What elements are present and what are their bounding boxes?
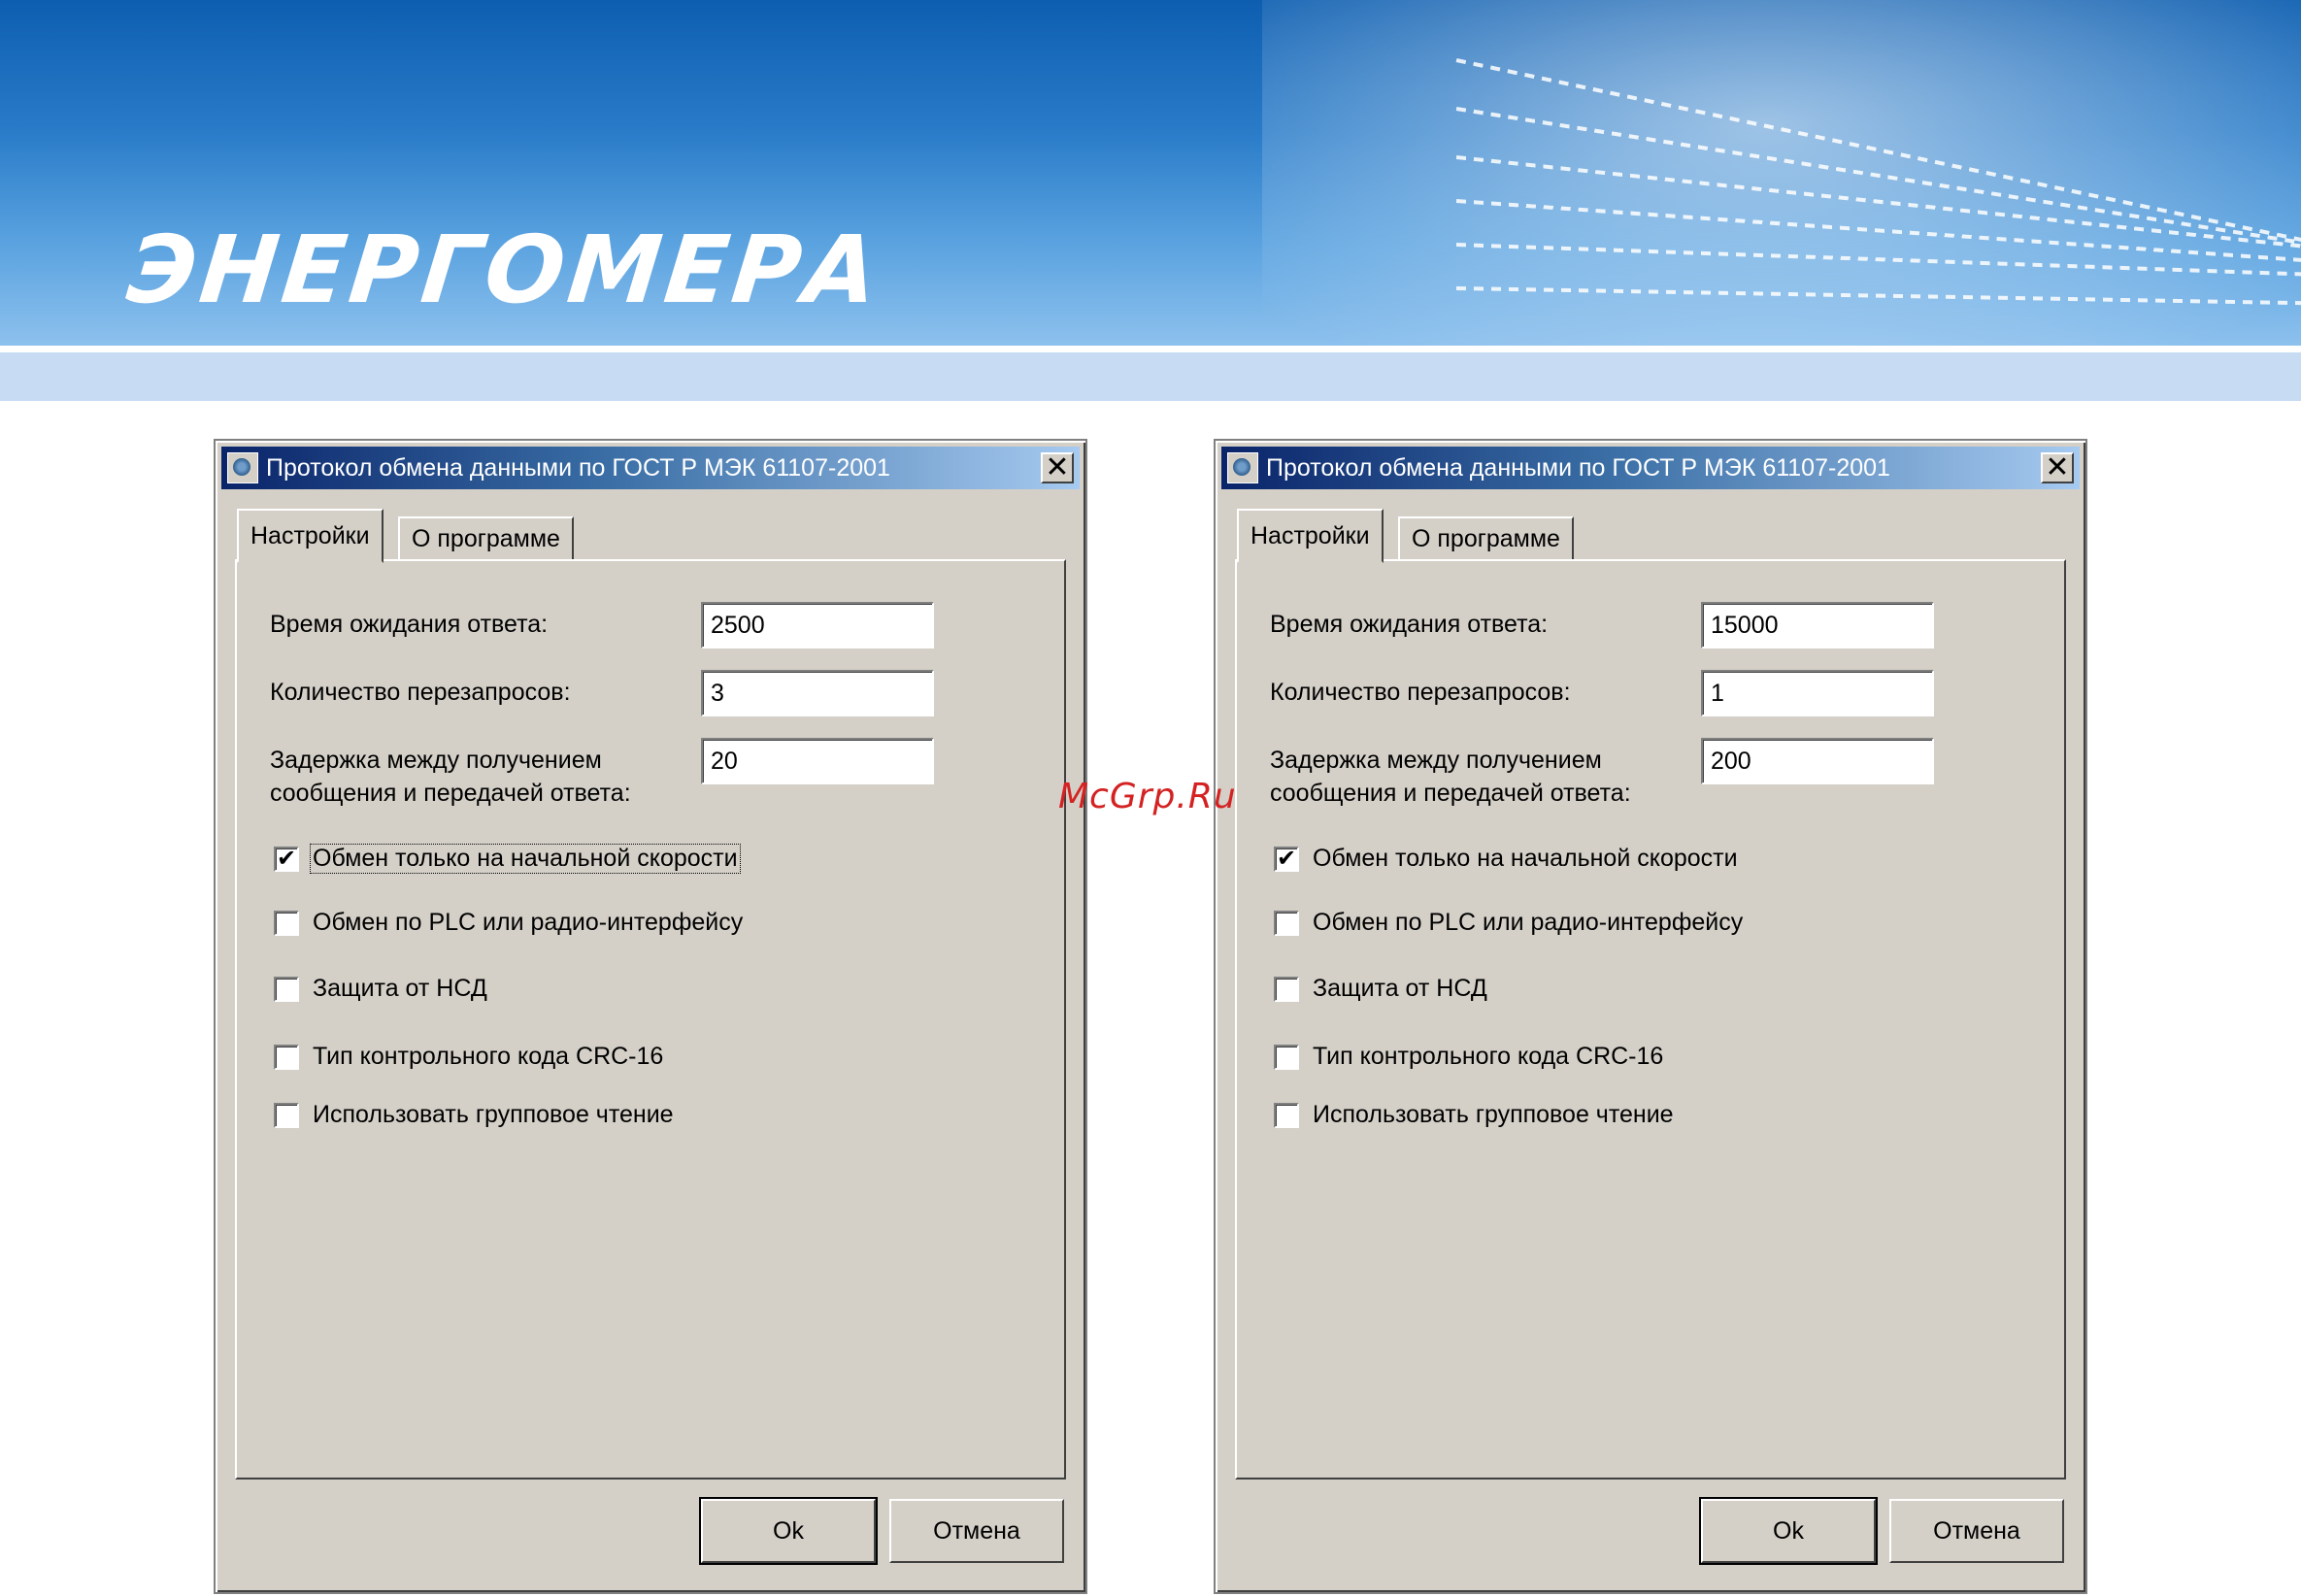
header-subbar bbox=[0, 352, 2301, 401]
response-timeout-input[interactable] bbox=[701, 602, 934, 648]
delay-label-line2: сообщения и передачей ответа: bbox=[1270, 780, 1631, 807]
settings-panel: Время ожидания ответа: Количество переза… bbox=[235, 559, 1066, 1480]
company-logo: ЭНЕРГОМЕРА bbox=[122, 216, 887, 324]
retry-count-input[interactable] bbox=[701, 670, 934, 716]
checkbox[interactable]: ✔ bbox=[1274, 846, 1299, 872]
checkbox-label: Использовать групповое чтение bbox=[313, 1101, 674, 1128]
checkbox-row[interactable]: Обмен по PLC или радио-интерфейсу bbox=[274, 909, 745, 937]
banner-glow bbox=[1262, 0, 2301, 349]
checkbox-label: Обмен по PLC или радио-интерфейсу bbox=[313, 909, 744, 936]
dialog-titlebar[interactable]: Протокол обмена данными по ГОСТ Р МЭК 61… bbox=[221, 447, 1080, 489]
banner-divider bbox=[0, 346, 2301, 349]
delay-input[interactable] bbox=[701, 738, 934, 784]
checkbox-row[interactable]: Тип контрольного кода CRC-16 bbox=[274, 1043, 665, 1071]
tab-about[interactable]: О программе bbox=[398, 516, 574, 561]
checkbox[interactable] bbox=[1274, 910, 1299, 936]
checkbox[interactable]: ✔ bbox=[274, 846, 299, 872]
response-timeout-label: Время ожидания ответа: bbox=[270, 611, 549, 638]
retry-count-label: Количество перезапросов: bbox=[270, 679, 571, 706]
tab-settings[interactable]: Настройки bbox=[1237, 509, 1384, 563]
delay-label-line1: Задержка между получением bbox=[1270, 747, 1602, 774]
response-timeout-input[interactable] bbox=[1701, 602, 1934, 648]
delay-input[interactable] bbox=[1701, 738, 1934, 784]
tab-about[interactable]: О программе bbox=[1398, 516, 1574, 561]
checkbox-label: Обмен только на начальной скорости bbox=[1313, 845, 1738, 872]
settings-dialog-right: Протокол обмена данными по ГОСТ Р МЭК 61… bbox=[1214, 439, 2087, 1594]
checkbox-row[interactable]: Защита от НСД bbox=[274, 975, 489, 1003]
checkbox-row[interactable]: Защита от НСД bbox=[1274, 975, 1489, 1003]
checkbox-label: Защита от НСД bbox=[1313, 975, 1487, 1002]
settings-dialog-left: Протокол обмена данными по ГОСТ Р МЭК 61… bbox=[214, 439, 1087, 1594]
checkbox[interactable] bbox=[1274, 1102, 1299, 1128]
checkbox[interactable] bbox=[274, 1044, 299, 1070]
close-icon[interactable]: ✕ bbox=[1041, 452, 1074, 483]
app-icon bbox=[1227, 452, 1258, 483]
checkbox[interactable] bbox=[274, 1102, 299, 1128]
checkbox-row[interactable]: Тип контрольного кода CRC-16 bbox=[1274, 1043, 1665, 1071]
watermark-text: McGrp.Ru bbox=[1058, 777, 1237, 816]
close-icon[interactable]: ✕ bbox=[2041, 452, 2074, 483]
checkbox-row[interactable]: Обмен по PLC или радио-интерфейсу bbox=[1274, 909, 1745, 937]
checkbox-label: Тип контрольного кода CRC-16 bbox=[313, 1043, 664, 1070]
tab-settings[interactable]: Настройки bbox=[237, 509, 384, 563]
checkbox-row[interactable]: ✔ Обмен только на начальной скорости bbox=[1274, 845, 1740, 873]
dialog-titlebar[interactable]: Протокол обмена данными по ГОСТ Р МЭК 61… bbox=[1221, 447, 2080, 489]
checkbox-row[interactable]: ✔ Обмен только на начальной скорости bbox=[274, 844, 741, 874]
checkbox-label: Тип контрольного кода CRC-16 bbox=[1313, 1043, 1664, 1070]
checkbox-row[interactable]: Использовать групповое чтение bbox=[274, 1101, 676, 1129]
checkbox-row[interactable]: Использовать групповое чтение bbox=[1274, 1101, 1676, 1129]
checkbox-label: Использовать групповое чтение bbox=[1313, 1101, 1674, 1128]
delay-label-line2: сообщения и передачей ответа: bbox=[270, 780, 631, 807]
checkbox-label: Защита от НСД bbox=[313, 975, 487, 1002]
checkbox[interactable] bbox=[1274, 1044, 1299, 1070]
response-timeout-label: Время ожидания ответа: bbox=[1270, 611, 1549, 638]
checkbox[interactable] bbox=[274, 910, 299, 936]
checkbox[interactable] bbox=[274, 976, 299, 1002]
header-banner: ЭНЕРГОМЕРА bbox=[0, 0, 2301, 349]
delay-label-line1: Задержка между получением bbox=[270, 747, 602, 774]
app-icon bbox=[227, 452, 258, 483]
dialog-title: Протокол обмена данными по ГОСТ Р МЭК 61… bbox=[266, 453, 890, 482]
dialog-title: Протокол обмена данными по ГОСТ Р МЭК 61… bbox=[1266, 453, 1890, 482]
checkbox-label: Обмен только на начальной скорости bbox=[310, 844, 741, 874]
checkbox[interactable] bbox=[1274, 976, 1299, 1002]
cancel-button[interactable]: Отмена bbox=[889, 1499, 1064, 1563]
ok-button[interactable]: Ok bbox=[699, 1497, 878, 1565]
retry-count-input[interactable] bbox=[1701, 670, 1934, 716]
cancel-button[interactable]: Отмена bbox=[1889, 1499, 2064, 1563]
retry-count-label: Количество перезапросов: bbox=[1270, 679, 1571, 706]
settings-panel: Время ожидания ответа: Количество переза… bbox=[1235, 559, 2066, 1480]
checkbox-label: Обмен по PLC или радио-интерфейсу bbox=[1313, 909, 1744, 936]
ok-button[interactable]: Ok bbox=[1699, 1497, 1878, 1565]
